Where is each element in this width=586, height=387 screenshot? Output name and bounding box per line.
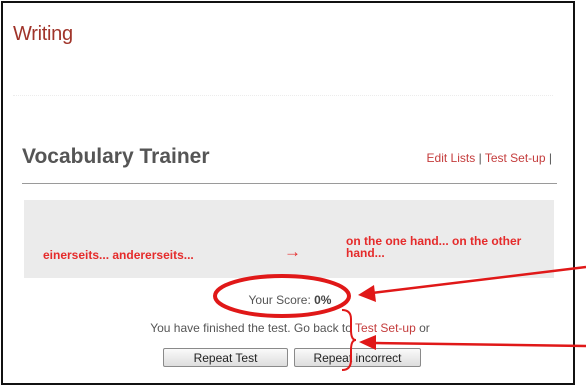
link-separator-trailing: | [548,151,552,165]
arrow-right-icon: → [284,242,301,261]
edit-lists-link[interactable]: Edit Lists [427,151,476,165]
link-separator: | [478,151,482,165]
repeat-incorrect-button[interactable]: Repeat incorrect [294,348,421,367]
test-setup-link[interactable]: Test Set-up [485,151,546,165]
flashcard: einerseits... andererseits... → on the o… [24,200,554,278]
finished-text: You have finished the test. Go back to [150,321,352,335]
score-line: Your Score: 0% [3,293,577,307]
test-setup-return-link[interactable]: Test Set-up [355,321,416,335]
score-value: 0% [314,293,332,307]
trainer-links: Edit Lists | Test Set-up | [427,151,552,165]
english-term: on the one hand... on the other hand... [346,234,522,260]
finished-suffix: or [419,321,430,335]
score-label: Your Score: [248,293,311,307]
content-frame: Writing Vocabulary Trainer Edit Lists | … [1,1,575,385]
divider-faint [13,95,553,96]
german-term: einerseits... andererseits... [43,248,194,262]
finished-message: You have finished the test. Go back to T… [3,321,577,335]
repeat-test-button[interactable]: Repeat Test [163,348,288,367]
section-title: Writing [13,23,73,45]
title-divider [22,183,557,184]
page-title: Vocabulary Trainer [22,145,210,168]
